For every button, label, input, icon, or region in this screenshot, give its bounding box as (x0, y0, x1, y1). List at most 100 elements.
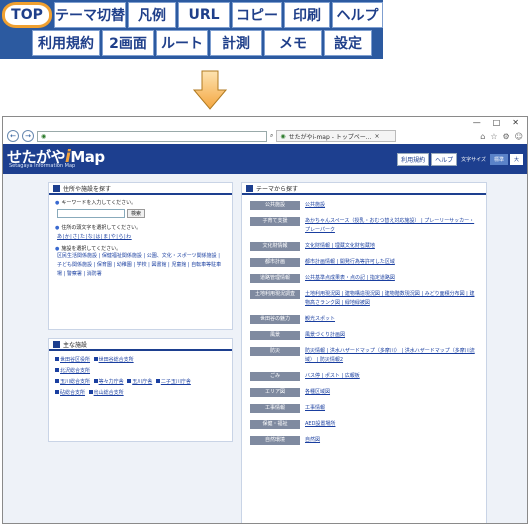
logo-subtitle: Setagaya Information Map (9, 163, 76, 169)
toolbar-row-2: 利用規約 2画面 ルート 計測 メモ 設定 (2, 30, 381, 56)
theme-label: 風景 (250, 331, 300, 340)
measure-button[interactable]: 計測 (210, 30, 262, 56)
browser-icons: ⌂ ☆ ⚙ ☺ (480, 132, 523, 141)
theme-links[interactable]: AED設置場所 (305, 420, 335, 429)
title-bar: — □ ✕ (3, 117, 527, 128)
theme-row: 防災 防災情報 | 洪水ハザードマップ（多摩川） | 洪水ハザードマップ（多摩川流… (250, 347, 478, 365)
theme-label: 公共施設 (250, 201, 300, 210)
facility-link[interactable]: 玉川庁舎 (132, 379, 152, 385)
theme-links[interactable]: 土地利用現況図 | 建物構造現況図 | 建物階数現況図 | みどり面積分布図 |… (305, 290, 478, 308)
gear-icon[interactable]: ⚙ (502, 132, 509, 141)
copy-button[interactable]: コピー (232, 2, 282, 28)
theme-panel: テーマから探す 公共施設 公共施設 子育て支援 あかちゃんスペース（授乳・おむつ替え… (241, 182, 487, 523)
header-help-button[interactable]: ヘルプ (431, 153, 458, 166)
smiley-icon[interactable]: ☺ (515, 132, 523, 141)
kana-links[interactable]: あ|か|さ|た|な|は|ま|や|ら|わ (57, 233, 226, 240)
tab-title: せたがやi-map - トップペー... (288, 133, 372, 141)
theme-list: 公共施設 公共施設 子育て支援 あかちゃんスペース（授乳・おむつ替え対応施設） | … (242, 195, 486, 458)
major-panel-icon (53, 340, 60, 348)
memo-button[interactable]: メモ (264, 30, 322, 56)
dual-screen-button[interactable]: 2画面 (102, 30, 154, 56)
major-facilities-panel: 主な施設 世田谷区役所 世田谷総合支所 北沢総合支所 玉川総合支所 等々力庁舎 … (48, 338, 233, 442)
theme-links[interactable]: 工事情報 (305, 404, 325, 413)
theme-links[interactable]: 公共施設 (305, 201, 325, 210)
down-arrow-icon (193, 70, 227, 110)
tab-close-icon[interactable]: × (375, 133, 380, 140)
theme-label: 文化財情報 (250, 242, 300, 251)
legend-button[interactable]: 凡例 (128, 2, 176, 28)
minimize-button[interactable]: — (473, 117, 481, 128)
search-panel-icon (53, 184, 60, 192)
globe-icon: ◉ (41, 132, 47, 140)
facility-link[interactable]: 烏山総合支所 (94, 390, 124, 396)
browser-tab[interactable]: ◉ せたがやi-map - トップペー... × (276, 130, 397, 142)
route-button[interactable]: ルート (156, 30, 208, 56)
browser-window: — □ ✕ ← → ◉ ⌕ ◉ せたがやi-map - トップペー... × ⌂… (2, 116, 528, 524)
theme-row: ごみ バス停 | ポスト | 広報板 (250, 372, 478, 381)
facility-link[interactable]: 玉川総合支所 (60, 379, 90, 385)
facility-link[interactable]: 北沢総合支所 (60, 368, 90, 374)
theme-links[interactable]: 自然図 (305, 436, 320, 445)
font-size-label: 文字サイズ (461, 157, 486, 163)
url-button[interactable]: URL (178, 2, 230, 28)
header-buttons: 利用規約 ヘルプ 文字サイズ 標準 大 (397, 153, 523, 166)
facility-links[interactable]: 区民生活関係施設 | 保健福祉関係施設 | 公園、文化・スポーツ関係施設 | 子… (57, 252, 226, 279)
theme-panel-title-text: テーマから探す (256, 185, 299, 193)
theme-label: 世田谷の魅力 (250, 315, 300, 324)
theme-row: 道路管理情報 公共基準点成果表・点の記 | 指定道路図 (250, 274, 478, 283)
url-field[interactable]: ◉ (37, 130, 267, 142)
theme-label: 土地利用現況調査 (250, 290, 300, 299)
forward-icon[interactable]: → (22, 130, 34, 142)
theme-label: 道路管理情報 (250, 274, 300, 283)
address-bar: ← → ◉ ⌕ ◉ せたがやi-map - トップペー... × ⌂ ☆ ⚙ ☺ (3, 128, 527, 144)
keyword-search-row: 検索 (57, 209, 226, 218)
major-panel-body: 世田谷区役所 世田谷総合支所 北沢総合支所 玉川総合支所 等々力庁舎 玉川庁舎 … (49, 351, 232, 403)
search-icon[interactable]: ⌕ (270, 132, 273, 140)
major-panel-title: 主な施設 (49, 339, 232, 351)
theme-links[interactable]: バス停 | ポスト | 広報板 (305, 372, 360, 381)
theme-links[interactable]: 公共基準点成果表・点の記 | 指定道路図 (305, 274, 395, 283)
theme-switch-button[interactable]: テーマ切替 (54, 2, 126, 28)
theme-links[interactable]: 防災情報 | 洪水ハザードマップ（多摩川） | 洪水ハザードマップ（多摩川流域）… (305, 347, 478, 365)
facility-link[interactable]: 世田谷区役所 (60, 357, 90, 363)
theme-row: 風景 風景づくり計画図 (250, 331, 478, 340)
top-button[interactable]: TOP (2, 2, 52, 28)
facility-link[interactable]: 砧総合支所 (60, 390, 85, 396)
theme-label: 保健・福祉 (250, 420, 300, 429)
theme-links[interactable]: 各種区域図 (305, 388, 330, 397)
theme-links[interactable]: あかちゃんスペース（授乳・おむつ替え対応施設） | プレーリーサッカー・プレーパ… (305, 217, 478, 235)
logo-map: Map (70, 148, 105, 166)
theme-panel-title: テーマから探す (242, 183, 486, 195)
settings-button[interactable]: 設定 (324, 30, 372, 56)
theme-row: 子育て支援 あかちゃんスペース（授乳・おむつ替え対応施設） | プレーリーサッカー… (250, 217, 478, 235)
font-size-large-button[interactable]: 大 (509, 154, 523, 165)
back-icon[interactable]: ← (7, 130, 19, 142)
close-button[interactable]: ✕ (512, 117, 519, 128)
kana-prompt: 住所の頭文字を選択してください。 (61, 225, 142, 231)
terms-button[interactable]: 利用規約 (32, 30, 100, 56)
facility-link[interactable]: 等々力庁舎 (99, 379, 124, 385)
facility-link[interactable]: 世田谷総合支所 (99, 357, 134, 363)
theme-links[interactable]: 風景づくり計画図 (305, 331, 345, 340)
favorites-star-icon[interactable]: ☆ (490, 132, 497, 141)
print-button[interactable]: 印刷 (284, 2, 330, 28)
theme-row: 世田谷の魅力 観光スポット (250, 315, 478, 324)
font-size-standard-button[interactable]: 標準 (489, 154, 508, 165)
bullet-icon: ● (55, 200, 60, 206)
theme-links[interactable]: 文化財情報 | 埋蔵文化財包蔵地 (305, 242, 375, 251)
header-terms-button[interactable]: 利用規約 (397, 153, 430, 166)
theme-links[interactable]: 観光スポット (305, 315, 335, 324)
maximize-button[interactable]: □ (493, 117, 501, 128)
keyword-prompt: キーワードを入力してください。 (61, 200, 137, 206)
theme-label: 都市計画 (250, 258, 300, 267)
home-icon[interactable]: ⌂ (480, 132, 485, 141)
theme-row: 自然環境 自然図 (250, 436, 478, 445)
toolbar: TOP テーマ切替 凡例 URL コピー 印刷 ヘルプ 利用規約 2画面 ルート… (0, 0, 383, 59)
keyword-search-button[interactable]: 検索 (127, 209, 146, 218)
theme-links[interactable]: 都市計画情報 | 開発行為等許可した区域 (305, 258, 395, 267)
theme-row: 公共施設 公共施設 (250, 201, 478, 210)
theme-row: 土地利用現況調査 土地利用現況図 | 建物構造現況図 | 建物階数現況図 | みど… (250, 290, 478, 308)
help-button[interactable]: ヘルプ (332, 2, 383, 28)
facility-link[interactable]: 二子玉川庁舎 (161, 379, 191, 385)
keyword-input[interactable] (57, 209, 125, 218)
